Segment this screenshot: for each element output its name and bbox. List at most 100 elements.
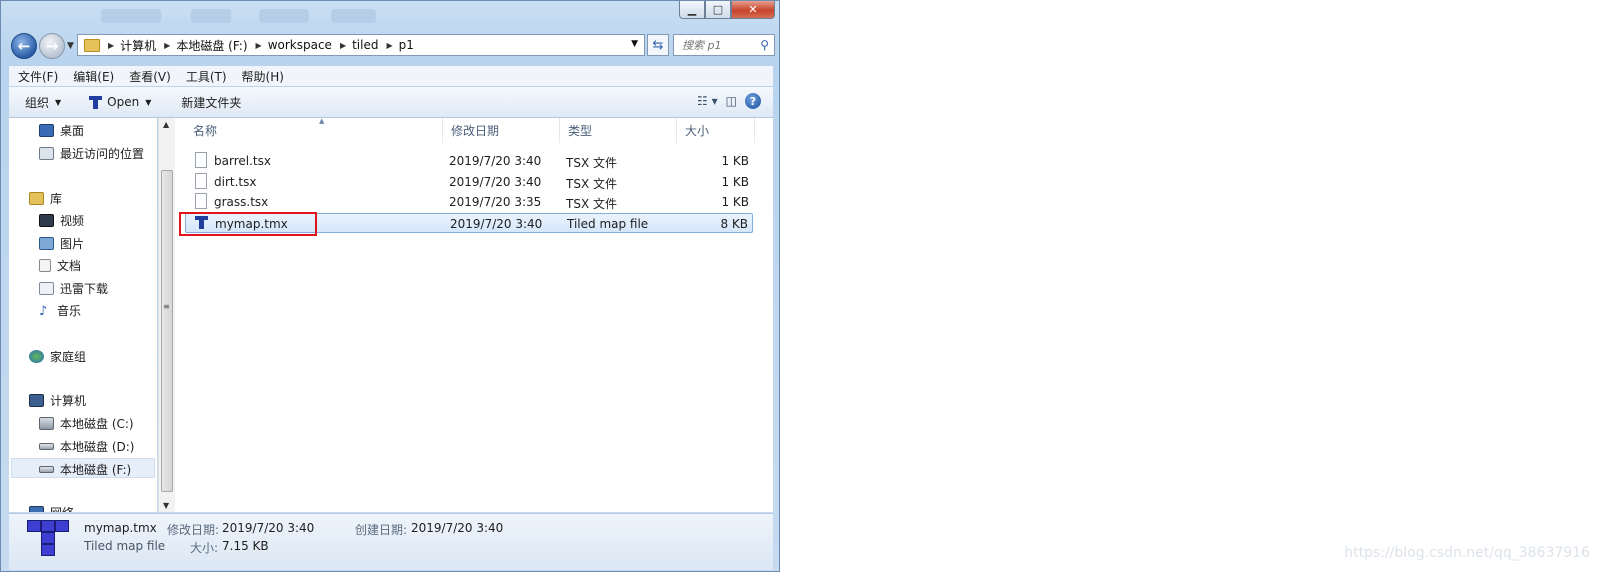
document-icon: [39, 259, 51, 272]
recent-places-icon: [39, 147, 54, 160]
nav-item-videos[interactable]: 视频: [39, 212, 84, 229]
menu-view[interactable]: 查看(V): [129, 68, 171, 85]
menu-edit[interactable]: 编辑(E): [73, 68, 114, 85]
chevron-right-icon[interactable]: ▶: [256, 41, 262, 50]
column-header-label: 类型: [568, 124, 593, 138]
search-box[interactable]: ⚲: [673, 34, 775, 56]
drive-icon: [39, 443, 54, 450]
maximize-button[interactable]: □: [705, 1, 731, 19]
nav-label: 本地磁盘 (C:): [60, 417, 134, 431]
details-file-type: Tiled map file: [84, 539, 166, 553]
network-icon: [29, 506, 44, 512]
new-folder-label: 新建文件夹: [181, 95, 242, 110]
history-dropdown-icon[interactable]: ▼: [67, 41, 74, 51]
file-name: barrel.tsx: [214, 154, 271, 168]
column-header-date[interactable]: 修改日期: [443, 118, 560, 143]
search-input[interactable]: [680, 38, 754, 53]
menu-help[interactable]: 帮助(H): [242, 68, 284, 85]
video-icon: [39, 214, 54, 227]
column-header-size[interactable]: 大小: [677, 118, 755, 143]
preview-pane-icon[interactable]: ◫: [726, 94, 737, 108]
chevron-right-icon[interactable]: ▶: [164, 41, 170, 50]
nav-item-music[interactable]: ♪ 音乐: [39, 302, 81, 319]
close-button[interactable]: ✕: [731, 1, 775, 19]
nav-item-drive-d[interactable]: 本地磁盘 (D:): [39, 438, 134, 455]
minimize-button[interactable]: ▁: [679, 1, 705, 19]
menu-file[interactable]: 文件(F): [18, 68, 58, 85]
highlight-annotation-box: [179, 212, 317, 236]
arrow-left-icon: ←: [17, 37, 31, 55]
new-folder-button[interactable]: 新建文件夹: [181, 94, 241, 111]
column-header-type[interactable]: 类型: [560, 118, 677, 143]
blurred-title-text: [259, 9, 309, 23]
scroll-up-icon[interactable]: ▲: [163, 120, 169, 129]
nav-item-computer[interactable]: 计算机: [29, 392, 86, 409]
nav-item-libraries[interactable]: 库: [29, 190, 62, 207]
file-list: 名称 ▲ 修改日期 类型 大小 barrel.tsx 2019/7/20 3:4…: [175, 117, 773, 512]
file-name: dirt.tsx: [214, 175, 257, 189]
nav-item-drive-c[interactable]: 本地磁盘 (C:): [39, 415, 134, 432]
watermark-text: https://blog.csdn.net/qq_38637916: [1344, 545, 1590, 561]
forward-button[interactable]: →: [39, 33, 65, 59]
nav-item-drive-f[interactable]: 本地磁盘 (F:): [39, 461, 131, 478]
breadcrumb-drive-f[interactable]: 本地磁盘 (F:): [176, 37, 247, 54]
file-size: 8 KB: [720, 217, 748, 231]
nav-item-downloads[interactable]: 迅雷下载: [39, 280, 108, 297]
nav-item-recent[interactable]: 最近访问的位置: [39, 145, 144, 162]
chevron-right-icon[interactable]: ▶: [108, 41, 114, 50]
address-dropdown-icon[interactable]: ▼: [631, 39, 638, 49]
command-bar: 组织 ▼ Open ▼ 新建文件夹 ☷ ▾ ◫ ?: [9, 87, 773, 118]
file-size: 1 KB: [721, 154, 749, 168]
computer-icon: [29, 394, 44, 407]
explorer-window: ▁ □ ✕ ← → ▼ ▶ 计算机 ▶ 本地磁盘 (F:) ▶ workspac…: [0, 0, 780, 572]
breadcrumb-p1[interactable]: p1: [399, 38, 414, 52]
nav-item-pictures[interactable]: 图片: [39, 235, 84, 252]
nav-label: 文档: [57, 259, 82, 273]
column-header-label: 名称: [193, 124, 218, 138]
scroll-down-icon[interactable]: ▼: [163, 501, 169, 510]
open-button[interactable]: Open ▼: [89, 95, 151, 109]
download-icon: [39, 282, 54, 295]
help-icon[interactable]: ?: [745, 93, 761, 109]
breadcrumb-tiled[interactable]: tiled: [352, 38, 378, 52]
nav-scrollbar[interactable]: ▲ ≡ ▼: [158, 118, 175, 512]
nav-label: 计算机: [50, 394, 87, 408]
file-row[interactable]: dirt.tsx 2019/7/20 3:40 TSX 文件 1 KB: [185, 172, 753, 192]
view-options-icon[interactable]: ☷ ▾: [697, 94, 718, 108]
address-bar[interactable]: ▶ 计算机 ▶ 本地磁盘 (F:) ▶ workspace ▶ tiled ▶ …: [77, 34, 645, 56]
details-created-value: 2019/7/20 3:40: [411, 521, 504, 535]
tiled-app-icon: [89, 95, 103, 109]
nav-label: 最近访问的位置: [60, 147, 145, 161]
details-modified-value: 2019/7/20 3:40: [222, 521, 315, 535]
menu-tools[interactable]: 工具(T): [186, 68, 227, 85]
scrollbar-thumb[interactable]: [161, 170, 173, 492]
nav-item-homegroup[interactable]: 家庭组: [29, 348, 86, 365]
navigation-row: ← → ▼ ▶ 计算机 ▶ 本地磁盘 (F:) ▶ workspace ▶ ti…: [9, 32, 775, 60]
open-label: Open: [107, 95, 140, 109]
file-row[interactable]: grass.tsx 2019/7/20 3:35 TSX 文件 1 KB: [185, 192, 753, 212]
back-button[interactable]: ←: [11, 33, 37, 59]
picture-icon: [39, 237, 54, 250]
column-header-name[interactable]: 名称 ▲: [185, 117, 443, 143]
nav-item-desktop[interactable]: 桌面: [39, 122, 84, 139]
tiled-map-large-icon: [27, 520, 71, 556]
nav-item-network[interactable]: 网络: [29, 504, 74, 512]
breadcrumb-workspace[interactable]: workspace: [268, 38, 332, 52]
nav-item-documents[interactable]: 文档: [39, 257, 81, 274]
file-row[interactable]: barrel.tsx 2019/7/20 3:40 TSX 文件 1 KB: [185, 151, 753, 171]
file-size: 1 KB: [721, 195, 749, 209]
column-header-label: 大小: [685, 124, 710, 138]
nav-label: 家庭组: [50, 350, 87, 364]
folder-icon: [84, 38, 100, 52]
refresh-button[interactable]: ⇆: [647, 34, 669, 56]
chevron-right-icon[interactable]: ▶: [340, 41, 346, 50]
title-bar[interactable]: ▁ □ ✕: [1, 1, 779, 29]
chevron-right-icon[interactable]: ▶: [386, 41, 392, 50]
file-date: 2019/7/20 3:40: [450, 217, 543, 231]
search-icon[interactable]: ⚲: [760, 38, 769, 52]
breadcrumb-computer[interactable]: 计算机: [120, 37, 156, 54]
organize-button[interactable]: 组织 ▼: [25, 94, 61, 111]
details-size-label: 大小:: [190, 541, 219, 555]
file-type: TSX 文件: [566, 177, 617, 191]
column-header-label: 修改日期: [451, 124, 500, 138]
